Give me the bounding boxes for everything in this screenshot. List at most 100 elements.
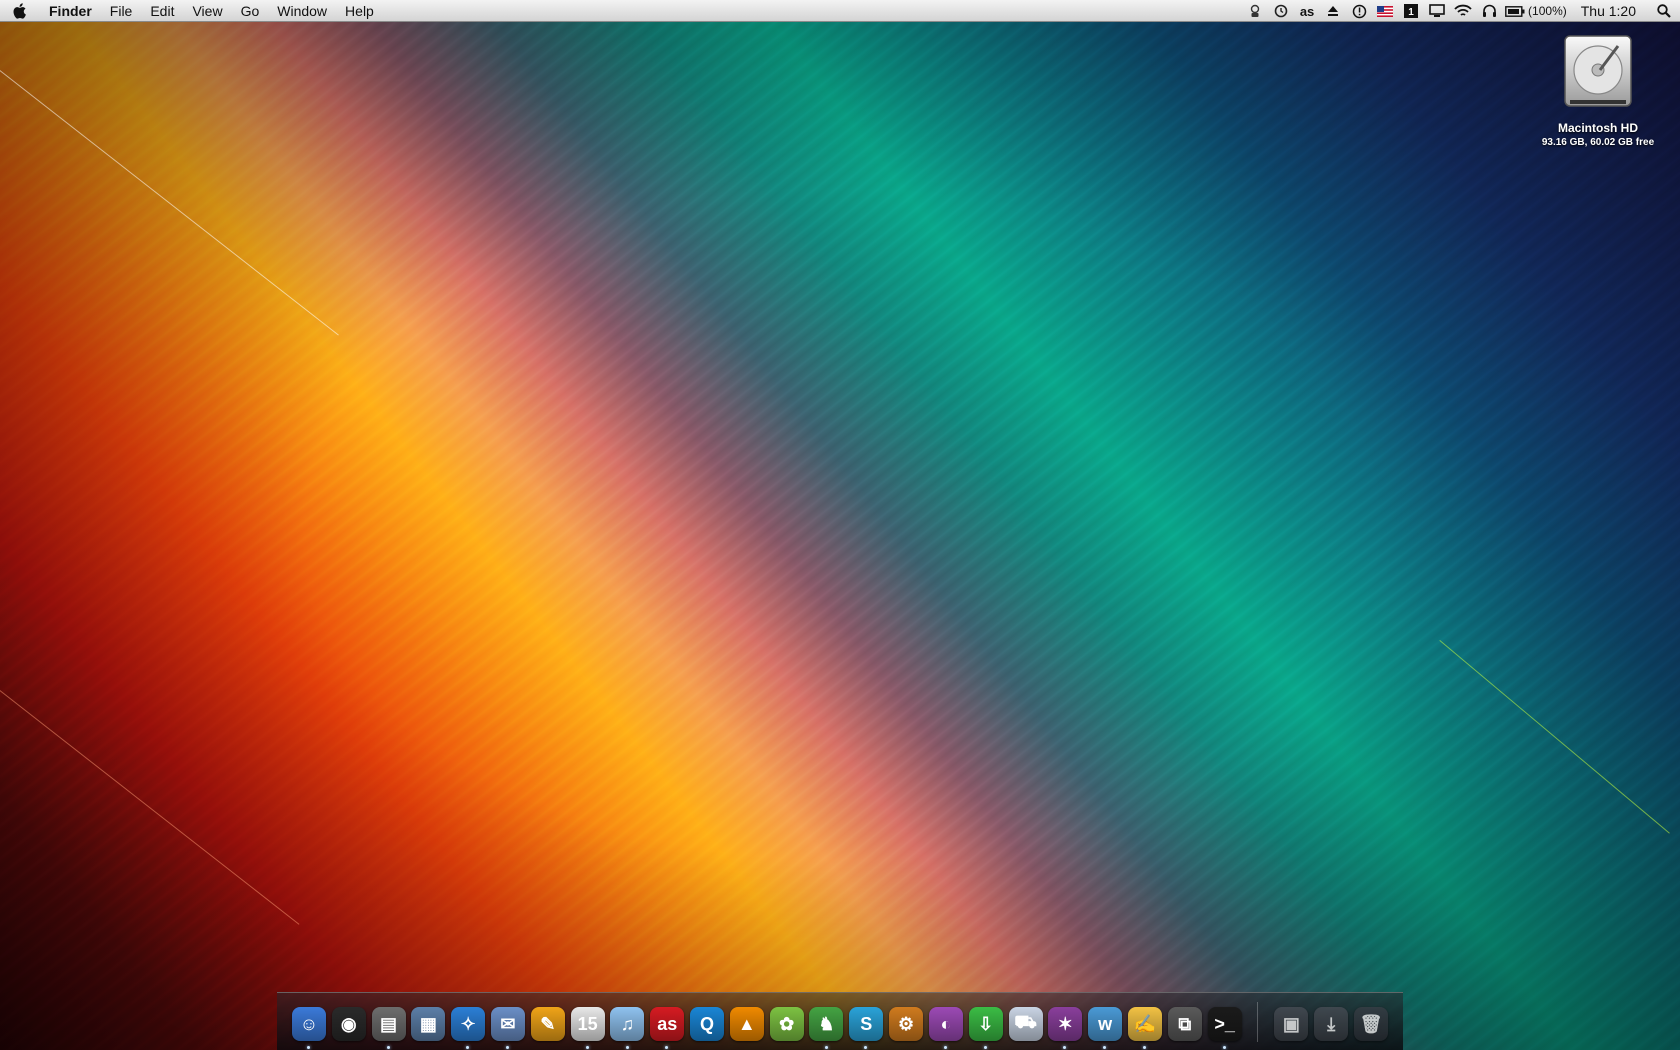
wifi-icon[interactable] — [1450, 0, 1476, 22]
eject-icon[interactable] — [1320, 0, 1346, 22]
dashboard-icon: ◉ — [331, 1007, 366, 1041]
finder-icon: ☺ — [291, 1007, 326, 1041]
user-icon[interactable] — [1242, 0, 1268, 22]
dock-item-vlc[interactable]: ▲ — [729, 1006, 765, 1042]
menu-go[interactable]: Go — [232, 0, 269, 22]
dock-item-quicktime[interactable]: Q — [689, 1006, 725, 1042]
headphones-icon[interactable] — [1476, 0, 1502, 22]
menubar-clock[interactable]: Thu 1:20 — [1577, 3, 1648, 19]
running-indicator — [506, 1046, 510, 1049]
desktop-drive-macintosh-hd[interactable]: Macintosh HD 93.16 GB, 60.02 GB free — [1538, 34, 1658, 148]
time-machine-icon[interactable] — [1268, 0, 1294, 22]
safari-icon: ✧ — [451, 1007, 486, 1041]
dock-item-downloader[interactable]: ⇩ — [968, 1006, 1004, 1049]
vmware-icon: ⧉ — [1167, 1007, 1202, 1041]
running-indicator — [665, 1046, 669, 1049]
dock-item-textwrangler[interactable]: w — [1087, 1006, 1123, 1049]
wallpaper-vignette — [0, 0, 1680, 1050]
menu-bar: Finder File Edit View Go Window Help as … — [0, 0, 1680, 22]
menu-help[interactable]: Help — [336, 0, 383, 22]
dock-item-transmission[interactable]: ⚙ — [888, 1006, 924, 1042]
running-indicator — [585, 1046, 589, 1049]
display-icon[interactable] — [1424, 0, 1450, 22]
drive-name-label: Macintosh HD — [1557, 121, 1638, 135]
dock-item-itunes[interactable]: ♫ — [610, 1006, 646, 1049]
dock-item-terminal[interactable]: >_ — [1207, 1006, 1243, 1049]
mission-control-icon: ▦ — [411, 1007, 446, 1041]
itunes-icon: ♫ — [610, 1007, 645, 1041]
dock-item-trash[interactable]: 🗑 — [1353, 1006, 1389, 1042]
spotlight-icon[interactable] — [1648, 4, 1680, 18]
running-indicator — [824, 1046, 828, 1049]
dock-item-transmit[interactable]: ⛟ — [1008, 1006, 1044, 1042]
dock-item-finder[interactable]: ☺ — [291, 1006, 327, 1049]
dock-item-pages[interactable]: ✍ — [1127, 1006, 1163, 1049]
dock-item-safari[interactable]: ✧ — [450, 1006, 486, 1049]
dock-item-mail[interactable]: ✉ — [490, 1006, 526, 1049]
pixelmator-icon: ✎ — [530, 1007, 565, 1041]
running-indicator — [466, 1046, 470, 1049]
dock-item-vmware[interactable]: ⧉ — [1167, 1006, 1203, 1042]
dock-item-dashboard[interactable]: ◉ — [331, 1006, 367, 1042]
dock-item-ical[interactable]: 15 — [570, 1006, 606, 1049]
dock-item-mission-control[interactable]: ▦ — [410, 1006, 446, 1042]
lastfm-icon: as — [650, 1007, 685, 1041]
downloads-stack-icon: ⤓ — [1314, 1007, 1349, 1041]
dock-item-cyberduck[interactable]: ♞ — [809, 1006, 845, 1049]
dock-item-documents-stack[interactable]: ▣ — [1274, 1006, 1310, 1042]
hard-drive-icon[interactable] — [1562, 34, 1634, 115]
running-indicator — [307, 1046, 310, 1049]
quicktime-icon: Q — [690, 1007, 725, 1041]
dock-item-downloads-stack[interactable]: ⤓ — [1313, 1006, 1349, 1042]
status-bar: as 1 (100%) Thu 1:20 — [1242, 0, 1680, 22]
us-flag-icon[interactable] — [1372, 0, 1398, 22]
photoshop-icon: ✶ — [1048, 1007, 1083, 1041]
opera-icon: ◐ — [928, 1007, 963, 1041]
dock-item-lastfm[interactable]: as — [649, 1006, 685, 1049]
running-indicator — [983, 1046, 987, 1049]
svg-text:1: 1 — [1408, 7, 1414, 18]
textwrangler-icon: w — [1088, 1007, 1123, 1041]
running-indicator — [1063, 1046, 1067, 1049]
vlc-icon: ▲ — [729, 1007, 764, 1041]
adium-icon: ✿ — [769, 1007, 804, 1041]
menu-file[interactable]: File — [101, 0, 142, 22]
menu-window[interactable]: Window — [268, 0, 336, 22]
dock-separator — [1256, 1002, 1258, 1042]
menu-finder[interactable]: Finder — [40, 0, 101, 22]
running-indicator — [1143, 1046, 1147, 1049]
downloader-icon: ⇩ — [968, 1007, 1003, 1041]
dock-item-opera[interactable]: ◐ — [928, 1006, 964, 1049]
transmission-icon: ⚙ — [889, 1007, 924, 1041]
spaces-icon[interactable]: 1 — [1398, 0, 1424, 22]
cyberduck-icon: ♞ — [809, 1007, 844, 1041]
transmit-icon: ⛟ — [1008, 1007, 1043, 1041]
iphoto-icon: ▤ — [371, 1007, 406, 1041]
apple-logo-icon[interactable] — [0, 2, 40, 20]
running-indicator — [625, 1046, 629, 1049]
dock-item-skype[interactable]: S — [848, 1006, 884, 1049]
skype-icon: S — [849, 1007, 884, 1041]
trash-icon: 🗑 — [1354, 1007, 1389, 1041]
dock-item-adium[interactable]: ✿ — [769, 1006, 805, 1042]
dock-item-photoshop[interactable]: ✶ — [1047, 1006, 1083, 1049]
lastfm-icon[interactable]: as — [1294, 0, 1320, 22]
running-indicator — [1222, 1046, 1226, 1049]
documents-stack-icon: ▣ — [1274, 1007, 1309, 1041]
menu-view[interactable]: View — [183, 0, 231, 22]
history-icon[interactable] — [1346, 0, 1372, 22]
ical-icon: 15 — [570, 1007, 605, 1041]
battery-icon[interactable] — [1502, 0, 1528, 22]
pages-icon: ✍ — [1127, 1007, 1162, 1041]
dock-item-pixelmator[interactable]: ✎ — [530, 1006, 566, 1042]
dock-item-iphoto[interactable]: ▤ — [371, 1006, 407, 1049]
running-indicator — [864, 1046, 868, 1049]
menu-edit[interactable]: Edit — [141, 0, 183, 22]
drive-capacity-label: 93.16 GB, 60.02 GB free — [1541, 137, 1655, 148]
mail-icon: ✉ — [490, 1007, 525, 1041]
battery-percentage[interactable]: (100%) — [1528, 4, 1577, 18]
running-indicator — [1103, 1046, 1107, 1049]
running-indicator — [386, 1046, 390, 1049]
running-indicator — [944, 1046, 947, 1049]
dock: ☺ ◉ ▤ ▦ ✧ ✉ ✎ 15 ♫ as Q ▲ ✿ ♞ S ⚙ ◐ ⇩ ⛟ ✶ w ✍ ⧉ >_ ▣ ⤓ 🗑 — [277, 992, 1403, 1050]
